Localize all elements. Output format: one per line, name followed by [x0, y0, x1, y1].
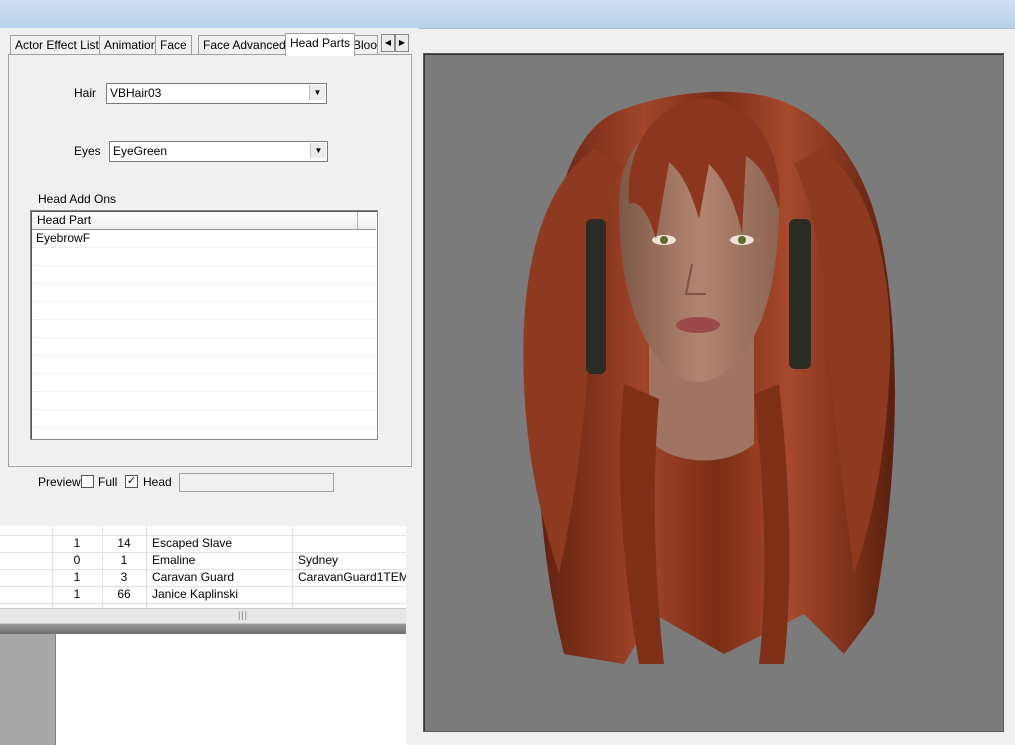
- hair-tie-right: [789, 219, 811, 369]
- empty-row: [32, 284, 376, 302]
- cell-count: 1: [52, 586, 103, 603]
- horizontal-scrollbar[interactable]: |||: [0, 608, 406, 624]
- bottom-panel: [0, 634, 406, 745]
- cell-name: Caravan Guard: [146, 569, 293, 586]
- head-checkbox[interactable]: ✓: [125, 475, 138, 488]
- cell-level: 3: [102, 569, 147, 586]
- tab-actor-effect-list[interactable]: Actor Effect List: [10, 35, 104, 55]
- chevron-down-icon[interactable]: ▼: [310, 143, 326, 158]
- head-preview-viewport[interactable]: [423, 53, 1004, 732]
- lips-shape: [676, 317, 720, 333]
- empty-row: [32, 410, 376, 428]
- right-iris: [738, 236, 746, 244]
- scroll-grip-icon[interactable]: |||: [238, 610, 248, 620]
- table-row[interactable]: 1 3 Caravan Guard CaravanGuard1TEMP: [0, 569, 406, 587]
- eyes-dropdown[interactable]: EyeGreen ▼: [109, 141, 328, 162]
- table-row[interactable]: 1 66 Janice Kaplinski: [0, 586, 406, 604]
- preview-label: Preview: [38, 475, 81, 489]
- empty-row: [32, 356, 376, 374]
- head-label: Head: [143, 475, 172, 489]
- empty-row: [32, 320, 376, 338]
- table-row[interactable]: 1 14 Escaped Slave: [0, 535, 406, 553]
- head-add-ons-label: Head Add Ons: [38, 192, 117, 206]
- hair-label: Hair: [74, 86, 97, 100]
- empty-row: [32, 392, 376, 410]
- cell-name: Janice Kaplinski: [146, 586, 293, 603]
- tab-scroll-left-button[interactable]: ◀: [381, 34, 395, 52]
- actor-grid[interactable]: 1 14 Escaped Slave 0 1 Emaline Sydney 1 …: [0, 526, 406, 608]
- full-checkbox[interactable]: [81, 475, 94, 488]
- cell-extra: [292, 586, 406, 603]
- hair-dropdown[interactable]: VBHair03 ▼: [106, 83, 327, 104]
- cell-extra: Sydney: [292, 552, 406, 569]
- list-item-label: EyebrowF: [36, 231, 91, 245]
- cell-name: Emaline: [146, 552, 293, 569]
- cell-level: 14: [102, 535, 147, 552]
- cell-extra: CaravanGuard1TEMP: [292, 569, 406, 586]
- full-label: Full: [98, 475, 118, 489]
- left-iris: [660, 236, 668, 244]
- column-head-part[interactable]: Head Part: [32, 212, 358, 229]
- empty-row: [32, 302, 376, 320]
- pane-splitter[interactable]: [0, 624, 406, 634]
- cell-count: 0: [52, 552, 103, 569]
- cell-level: 66: [102, 586, 147, 603]
- window-title-bar: [0, 0, 1015, 29]
- head-add-ons-list[interactable]: Head Part EyebrowF: [30, 210, 378, 440]
- cell-extra: [292, 535, 406, 552]
- list-header: Head Part: [32, 212, 376, 230]
- empty-row: [32, 248, 376, 266]
- empty-row: [32, 338, 376, 356]
- cell-count: 1: [52, 569, 103, 586]
- eyes-label: Eyes: [74, 144, 101, 158]
- preview-status-field: [179, 473, 334, 492]
- cell-count: 1: [52, 535, 103, 552]
- tab-head-parts[interactable]: Head Parts: [285, 33, 356, 56]
- tab-face-advanced[interactable]: Face Advanced: [198, 35, 291, 55]
- hair-tie-left: [586, 219, 606, 374]
- eyes-value: EyeGreen: [113, 144, 168, 158]
- chevron-down-icon[interactable]: ▼: [309, 85, 325, 100]
- tab-animation[interactable]: Animation: [99, 35, 163, 55]
- bottom-panel-sidebar: [0, 634, 56, 745]
- cell-level: 1: [102, 552, 147, 569]
- cell-name: Escaped Slave: [146, 535, 293, 552]
- character-head-render: [523, 91, 895, 664]
- empty-row: [32, 266, 376, 284]
- tab-face[interactable]: Face: [155, 35, 192, 55]
- empty-row: [32, 374, 376, 392]
- tab-scroll-right-button[interactable]: ▶: [395, 34, 409, 52]
- table-row[interactable]: 0 1 Emaline Sydney: [0, 552, 406, 570]
- list-item[interactable]: EyebrowF: [32, 230, 376, 248]
- hair-value: VBHair03: [110, 86, 162, 100]
